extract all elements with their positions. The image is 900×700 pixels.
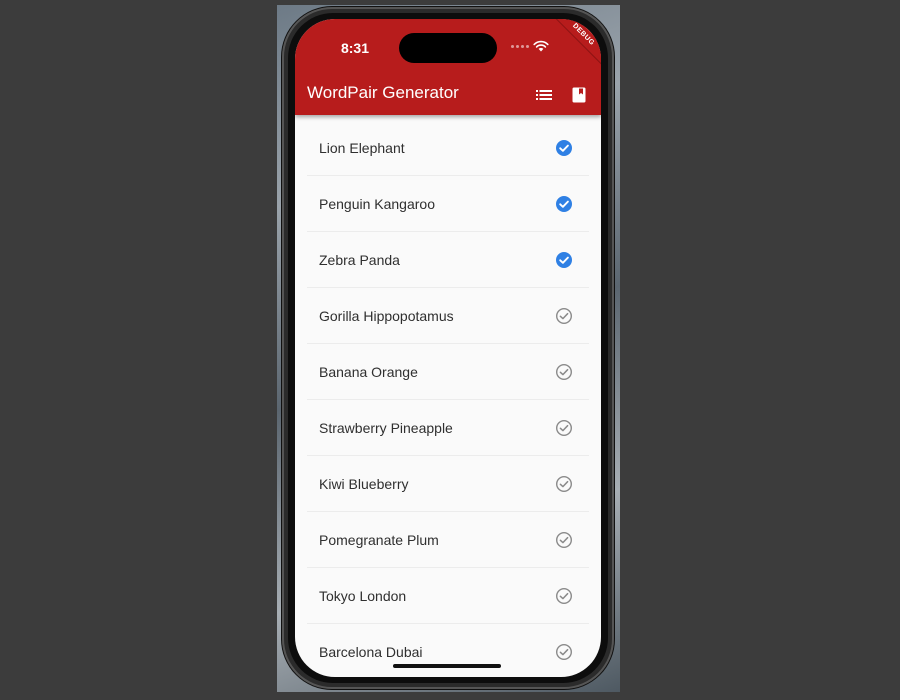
status-time: 8:31 <box>340 40 370 56</box>
check-circle-filled-icon[interactable] <box>555 139 573 157</box>
word-pair-label: Barcelona Dubai <box>319 643 423 660</box>
word-pair-label: Strawberry Pineapple <box>319 419 453 436</box>
word-pair-row[interactable]: Gorilla Hippopotamus <box>307 288 589 344</box>
word-pair-row[interactable]: Strawberry Pineapple <box>307 400 589 456</box>
check-circle-outline-icon[interactable] <box>555 587 573 605</box>
app-bar: 8:31 DEBUG WordPair Generator <box>295 19 601 115</box>
book-icon <box>572 87 586 103</box>
word-pair-row[interactable]: Tokyo London <box>307 568 589 624</box>
book-button[interactable] <box>567 83 591 107</box>
phone-frame: 8:31 DEBUG WordPair Generator Lion Eleph… <box>282 7 614 689</box>
word-pair-label: Penguin Kangaroo <box>319 195 435 212</box>
check-circle-outline-icon[interactable] <box>555 307 573 325</box>
check-circle-outline-icon[interactable] <box>555 643 573 661</box>
word-pair-row[interactable]: Zebra Panda <box>307 232 589 288</box>
word-pair-label: Pomegranate Plum <box>319 531 439 548</box>
check-circle-outline-icon[interactable] <box>555 419 573 437</box>
home-indicator[interactable] <box>393 664 501 668</box>
word-pair-label: Kiwi Blueberry <box>319 475 409 492</box>
word-pair-row[interactable]: Barcelona Dubai <box>307 624 589 677</box>
word-pair-row[interactable]: Pomegranate Plum <box>307 512 589 568</box>
word-pair-row[interactable]: Banana Orange <box>307 344 589 400</box>
word-pair-label: Tokyo London <box>319 587 407 604</box>
dynamic-island <box>399 33 497 63</box>
word-pair-row[interactable]: Lion Elephant <box>307 120 589 176</box>
check-circle-filled-icon[interactable] <box>555 251 573 269</box>
check-circle-outline-icon[interactable] <box>555 475 573 493</box>
app-title: WordPair Generator <box>307 83 459 102</box>
check-circle-filled-icon[interactable] <box>555 195 573 213</box>
check-circle-outline-icon[interactable] <box>555 363 573 381</box>
list-icon <box>536 90 552 100</box>
wifi-icon <box>533 40 549 52</box>
word-pair-label: Banana Orange <box>319 363 418 380</box>
signal-icon <box>511 44 529 48</box>
debug-banner: DEBUG <box>549 19 601 69</box>
status-icons <box>511 38 549 54</box>
word-pair-row[interactable]: Penguin Kangaroo <box>307 176 589 232</box>
word-pair-list: Lion Elephant Penguin Kangaroo Zebra Panda… <box>295 115 601 677</box>
word-pair-label: Zebra Panda <box>319 251 400 268</box>
check-circle-outline-icon[interactable] <box>555 531 573 549</box>
word-pair-row[interactable]: Kiwi Blueberry <box>307 456 589 512</box>
word-pair-label: Gorilla Hippopotamus <box>319 307 454 324</box>
saved-list-button[interactable] <box>532 83 556 107</box>
word-pair-label: Lion Elephant <box>319 139 405 156</box>
phone-screen: 8:31 DEBUG WordPair Generator Lion Eleph… <box>295 19 601 677</box>
